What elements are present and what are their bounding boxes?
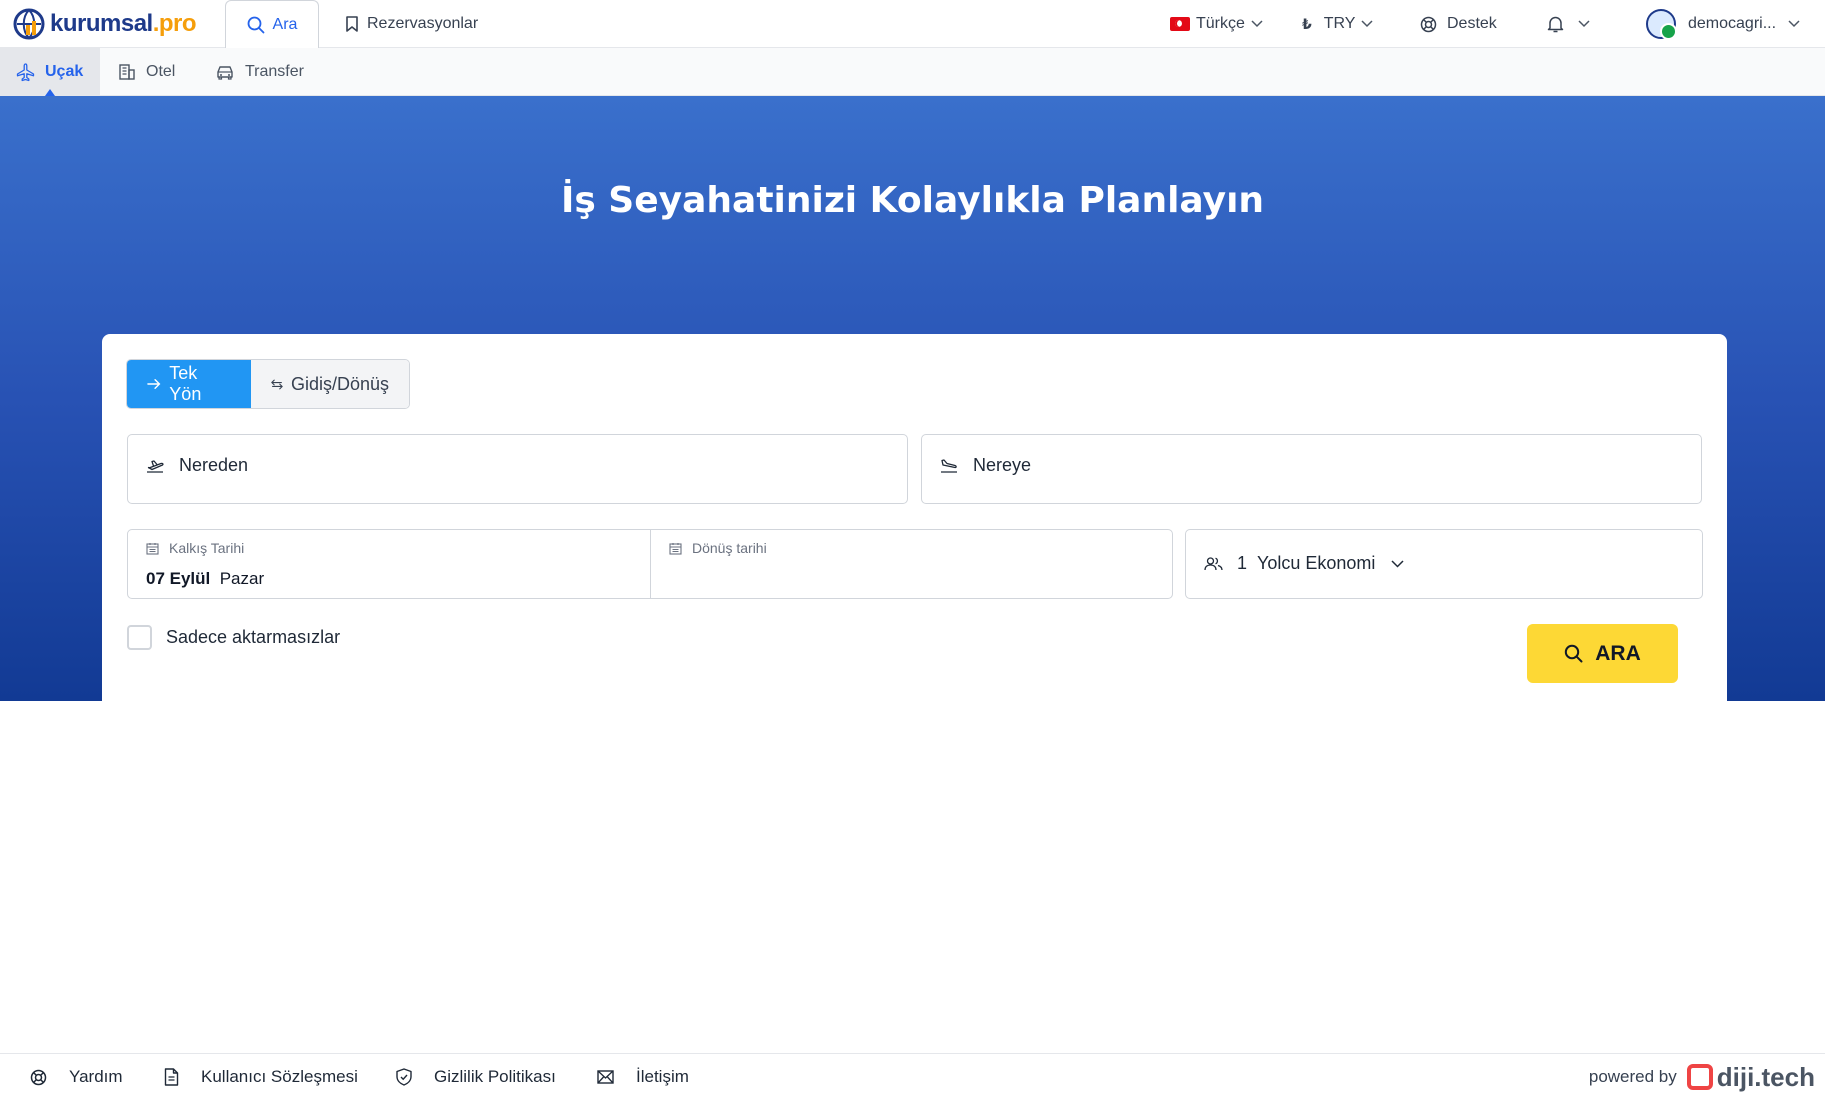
tab-search[interactable]: Ara (225, 0, 319, 49)
destination-placeholder: Nereye (973, 455, 1032, 475)
plane-landing-icon (941, 458, 957, 473)
tab-reservations-label: Rezervasyonlar (367, 15, 479, 32)
car-icon (217, 65, 233, 80)
vendor-name: diji.tech (1716, 1061, 1815, 1092)
departure-weekday: Pazar (219, 569, 265, 588)
tab-reservations[interactable]: Rezervasyonlar (345, 0, 478, 48)
chevron-down-icon (1788, 20, 1800, 28)
product-tabs: Uçak Otel Transfer (0, 48, 1825, 96)
plane-takeoff-icon (147, 459, 164, 473)
search-icon (1565, 644, 1583, 663)
nonstop-option: Sadece aktarmasızlar (127, 625, 340, 650)
nonstop-checkbox[interactable] (127, 625, 152, 650)
passenger-count: 1 (1237, 553, 1248, 573)
tab-transfer-label: Transfer (245, 63, 304, 80)
bookmark-icon (346, 16, 358, 32)
powered-by-label: powered by (1588, 1067, 1677, 1086)
origin-placeholder: Nereden (179, 455, 249, 475)
trip-type-toggle: Tek Yön Gidiş/Dönüş (126, 359, 410, 409)
footer-help-link[interactable]: Yardım (30, 1054, 123, 1100)
page-title: İş Seyahatinizi Kolaylıkla Planlayın (560, 180, 1265, 221)
tab-transfer[interactable]: Transfer (215, 48, 304, 96)
return-label: Dönüş tarihi (692, 540, 767, 556)
one-way-label: Tek Yön (169, 363, 202, 404)
notifications-button[interactable] (1547, 0, 1590, 48)
tab-flight-label: Uçak (45, 63, 84, 80)
return-date-field[interactable]: Dönüş tarihi (651, 530, 1173, 598)
chevron-down-icon (1361, 20, 1373, 28)
date-range-field: Kalkış Tarihi 07 Eylül Pazar Dönüş tarih… (127, 529, 1173, 599)
footer-contact-label: İletişim (636, 1067, 689, 1086)
footer: Yardım Kullanıcı Sözleşmesi Gizlilik Pol… (0, 1053, 1825, 1100)
shield-check-icon (396, 1068, 412, 1086)
users-icon (1204, 556, 1223, 570)
search-button[interactable]: ARA (1527, 624, 1678, 683)
turkey-flag-icon (1170, 17, 1190, 31)
document-icon (164, 1068, 179, 1086)
diji-logo-icon (1686, 1064, 1713, 1090)
tab-flight[interactable]: Uçak (0, 48, 100, 96)
currency-selector[interactable]: ₺ TRY (1302, 0, 1373, 48)
language-label: Türkçe (1196, 15, 1245, 32)
footer-privacy-label: Gizlilik Politikası (434, 1067, 556, 1086)
arrow-right-icon (147, 378, 161, 390)
calendar-icon (146, 542, 159, 555)
tab-search-label: Ara (272, 16, 298, 33)
language-selector[interactable]: Türkçe (1170, 0, 1263, 48)
departure-date-field[interactable]: Kalkış Tarihi 07 Eylül Pazar (128, 530, 650, 598)
avatar (1646, 9, 1677, 40)
user-menu[interactable]: democagri... (1646, 0, 1800, 48)
destination-field[interactable]: Nereye (921, 434, 1702, 504)
footer-contact-link[interactable]: İletişim (597, 1054, 689, 1100)
airplane-icon (16, 62, 35, 81)
tab-hotel[interactable]: Otel (118, 48, 175, 96)
footer-terms-label: Kullanıcı Sözleşmesi (201, 1067, 358, 1086)
passenger-class-selector[interactable]: 1 Yolcu Ekonomi (1185, 529, 1703, 599)
powered-by[interactable]: powered by diji.tech (1589, 1054, 1815, 1100)
flight-search-form: Tek Yön Gidiş/Dönüş Nereden Nereye Kalkı… (102, 334, 1727, 709)
building-icon (119, 64, 135, 80)
chevron-down-icon (1578, 20, 1590, 28)
top-bar: kurumsal.pro Ara Rezervasyonlar Türkçe ₺… (0, 0, 1825, 49)
brand-logo[interactable]: kurumsal.pro (12, 7, 197, 41)
lifebuoy-icon (1420, 16, 1437, 32)
support-link[interactable]: Destek (1420, 0, 1497, 48)
footer-help-label: Yardım (69, 1067, 123, 1086)
chevron-down-icon (1391, 559, 1404, 568)
username: democagri... (1688, 15, 1777, 32)
departure-label: Kalkış Tarihi (169, 540, 245, 556)
one-way-button[interactable]: Tek Yön (127, 360, 251, 408)
lira-icon: ₺ (1302, 15, 1312, 32)
origin-field[interactable]: Nereden (127, 434, 908, 504)
departure-day: 07 Eylül (146, 569, 211, 588)
search-button-label: ARA (1595, 641, 1641, 665)
swap-arrows-icon (271, 379, 283, 389)
currency-label: TRY (1323, 15, 1356, 32)
vendor-logo: diji.tech (1686, 1061, 1815, 1093)
round-trip-button[interactable]: Gidiş/Dönüş (251, 360, 409, 408)
tab-hotel-label: Otel (146, 63, 176, 80)
calendar-icon (669, 542, 682, 555)
footer-terms-link[interactable]: Kullanıcı Sözleşmesi (164, 1054, 358, 1100)
round-trip-label: Gidiş/Dönüş (290, 373, 389, 394)
passenger-class: Yolcu Ekonomi (1257, 553, 1376, 573)
hero-section: İş Seyahatinizi Kolaylıkla Planlayın Tek… (0, 96, 1825, 709)
chevron-down-icon (1251, 20, 1263, 28)
footer-privacy-link[interactable]: Gizlilik Politikası (396, 1054, 556, 1100)
brand-name: kurumsal.pro (50, 10, 197, 37)
departure-value: 07 Eylül Pazar (146, 569, 264, 589)
lifebuoy-icon (30, 1069, 47, 1085)
search-icon (247, 16, 264, 34)
envelope-icon (597, 1070, 614, 1084)
nonstop-label[interactable]: Sadece aktarmasızlar (166, 627, 340, 648)
support-label: Destek (1447, 15, 1497, 32)
bell-icon (1547, 16, 1564, 33)
globe-logo-icon (13, 8, 45, 40)
